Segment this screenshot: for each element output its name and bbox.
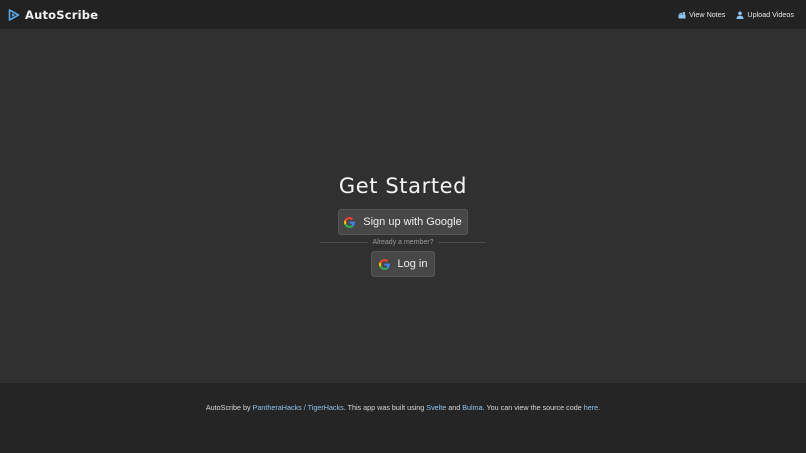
brand-name: AutoScribe [25, 7, 99, 22]
google-icon [378, 258, 390, 270]
footer-mid1: . This app was built using [343, 403, 427, 412]
footer-link-team[interactable]: PantheraHacks / TigerHacks [253, 403, 344, 412]
login-button[interactable]: Log in [371, 251, 435, 277]
divider-line-left [320, 242, 369, 243]
user-upload-icon [736, 11, 744, 19]
footer-suffix: . [598, 403, 601, 412]
page-title: Get Started [338, 174, 468, 198]
google-icon [344, 216, 356, 228]
nav-view-notes-label: View Notes [689, 10, 726, 19]
login-label: Log in [397, 258, 428, 270]
nav-view-notes[interactable]: View Notes [678, 10, 725, 19]
footer-link-bulma[interactable]: Bulma [462, 403, 482, 412]
footer-text: AutoScribe by PantheraHacks / TigerHacks… [0, 403, 806, 412]
play-triangle-icon [8, 8, 20, 21]
divider-line-right [437, 242, 486, 243]
nav-links: View Notes Upload Videos [667, 10, 794, 19]
divider-text: Already a member? [372, 239, 434, 246]
signup-google-label: Sign up with Google [363, 216, 462, 228]
footer-and: and [446, 403, 463, 412]
footer-mid2: . You can view the source code [482, 403, 584, 412]
footer-link-svelte[interactable]: Svelte [426, 403, 446, 412]
signup-google-button[interactable]: Sign up with Google [338, 209, 468, 235]
notes-icon [678, 11, 686, 18]
navbar: AutoScribe View Notes Upload Videos [0, 0, 806, 29]
nav-upload-videos[interactable]: Upload Videos [736, 10, 794, 19]
footer-link-here[interactable]: here [584, 403, 598, 412]
footer-prefix: AutoScribe by [205, 403, 253, 412]
main-section: Get Started Sign up with Google Already … [0, 29, 806, 383]
nav-upload-videos-label: Upload Videos [747, 10, 794, 19]
footer: AutoScribe by PantheraHacks / TigerHacks… [0, 383, 806, 453]
brand-logo-link[interactable]: AutoScribe [8, 8, 98, 22]
member-divider: Already a member? [320, 238, 486, 247]
